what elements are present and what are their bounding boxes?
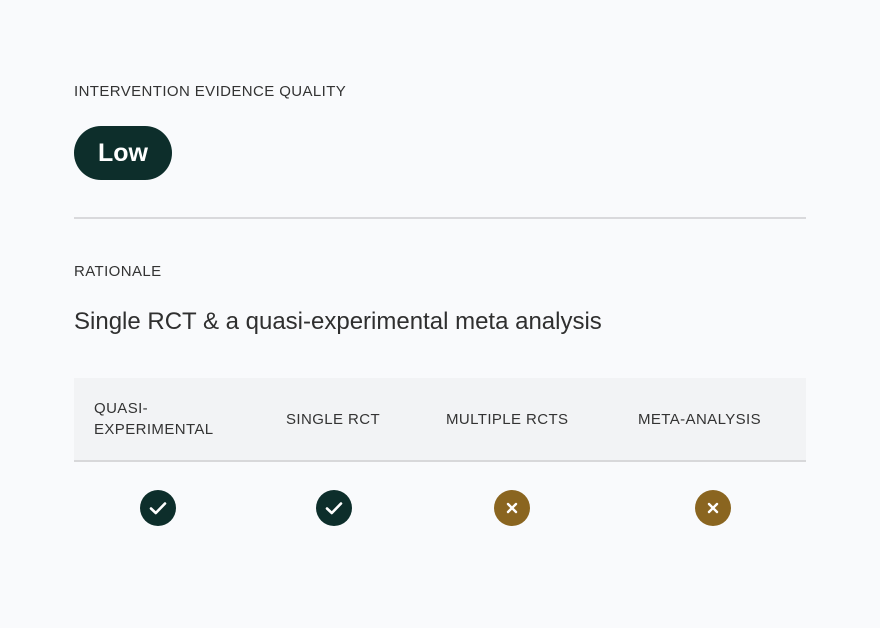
- column-header-label: MULTIPLE RCTS: [446, 410, 569, 428]
- x-icon: [494, 490, 530, 526]
- evidence-table: QUASI-EXPERIMENTAL SINGLE RCT MULTIPLE R…: [74, 378, 806, 550]
- quality-label: INTERVENTION EVIDENCE QUALITY: [74, 83, 347, 100]
- column-header-multiple-rcts: MULTIPLE RCTS: [446, 378, 606, 460]
- column-header-meta-analysis: META-ANALYSIS: [638, 378, 798, 460]
- x-icon: [695, 490, 731, 526]
- column-header-label: META-ANALYSIS: [638, 410, 762, 428]
- column-header-single-rct: SINGLE RCT: [286, 378, 426, 460]
- column-header-quasi-experimental: QUASI-EXPERIMENTAL: [94, 378, 234, 460]
- table-row: [74, 462, 806, 550]
- column-header-label: SINGLE RCT: [286, 410, 381, 428]
- rationale-text: Single RCT & a quasi-experimental meta a…: [74, 308, 602, 335]
- divider: [74, 217, 806, 219]
- table-header: QUASI-EXPERIMENTAL SINGLE RCT MULTIPLE R…: [74, 378, 806, 462]
- column-header-label: QUASI-EXPERIMENTAL: [94, 400, 214, 438]
- check-icon: [316, 490, 352, 526]
- check-icon: [140, 490, 176, 526]
- quality-badge: Low: [74, 126, 172, 180]
- rationale-label: RATIONALE: [74, 263, 162, 280]
